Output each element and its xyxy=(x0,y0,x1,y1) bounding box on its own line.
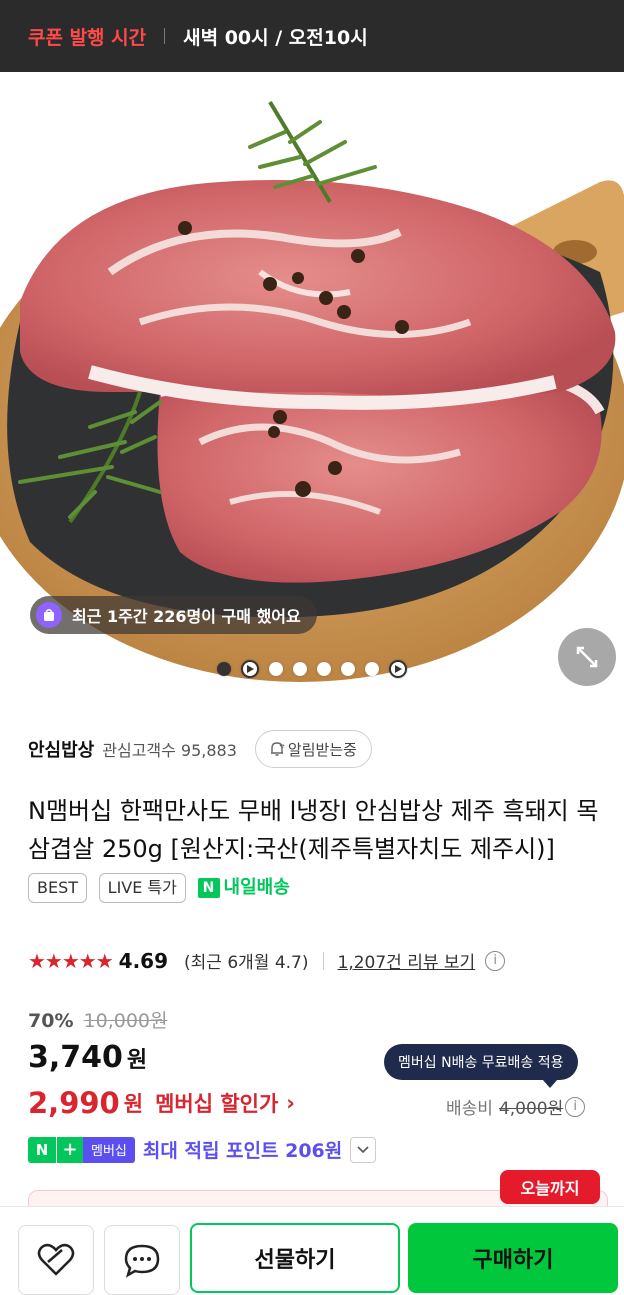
video-play-icon[interactable] xyxy=(241,660,259,678)
member-price-unit: 원 xyxy=(123,1092,144,1116)
plus-icon: + xyxy=(56,1136,83,1163)
heart-icon xyxy=(37,1243,75,1276)
n-delivery-icon: N xyxy=(197,878,220,898)
rating-row: ★★★★★ 4.69 (최근 6개월 4.7) 1,207건 리뷰 보기 i xyxy=(28,948,506,973)
shipping-fee-label: 배송비 xyxy=(446,1099,493,1119)
n-plus-membership-badge: N + 멤버십 xyxy=(28,1136,135,1163)
tomorrow-delivery-tag: N 내일배송 xyxy=(197,869,290,907)
expand-image-button[interactable] xyxy=(558,628,616,686)
divider xyxy=(322,951,324,970)
coupon-time: 새벽 00시 / 오전10시 xyxy=(183,26,368,49)
sale-price-value: 3,740 xyxy=(28,1040,123,1075)
store-fans-count: 관심고객수 95,883 xyxy=(102,741,237,760)
carousel-dot[interactable] xyxy=(293,662,307,676)
chevron-down-icon[interactable] xyxy=(350,1136,377,1163)
product-title-block: N맴버십 한팩만사도 무배 l냉장l 안심밥상 제주 흑돼지 목삼겹살 250g… xyxy=(28,792,608,907)
tomorrow-delivery-label: 내일배송 xyxy=(223,877,290,898)
rating-stars-icon: ★★★★★ xyxy=(28,948,114,973)
today-only-badge: 오늘까지 xyxy=(500,1170,600,1204)
chevron-right-icon: › xyxy=(286,1091,295,1115)
bell-icon xyxy=(270,742,285,756)
info-icon[interactable]: i xyxy=(565,1096,586,1117)
carousel-dot[interactable] xyxy=(341,662,355,676)
carousel-dot[interactable] xyxy=(269,662,283,676)
sale-price: 3,740 원 xyxy=(28,1040,147,1075)
carousel-pagination[interactable] xyxy=(0,660,624,678)
chat-bubble-icon xyxy=(124,1244,160,1278)
discount-row: 70% 10,000원 xyxy=(28,1006,168,1033)
member-price-value: 2,990 xyxy=(28,1086,120,1120)
shopping-bag-icon xyxy=(36,602,62,628)
talk-chat-button[interactable] xyxy=(104,1225,180,1295)
coupon-time-banner: 쿠폰 발행 시간 새벽 00시 / 오전10시 xyxy=(0,0,624,72)
coupon-label: 쿠폰 발행 시간 xyxy=(28,26,147,49)
product-title: N맴버십 한팩만사도 무배 l냉장l 안심밥상 제주 흑돼지 목삼겹살 250g… xyxy=(28,797,599,863)
wishlist-button[interactable] xyxy=(18,1225,94,1295)
carousel-dot[interactable] xyxy=(365,662,379,676)
buy-button[interactable]: 구매하기 xyxy=(408,1223,618,1293)
membership-price-link[interactable]: 2,990 원 멤버십 할인가 › xyxy=(28,1086,295,1120)
carousel-dot[interactable] xyxy=(317,662,331,676)
store-alert-button[interactable]: 알림받는중 xyxy=(254,730,372,768)
member-price-label: 멤버십 할인가 xyxy=(155,1092,279,1116)
product-image-carousel[interactable]: 최근 1주간 226명이 구매 했어요 xyxy=(0,72,624,706)
video-play-icon[interactable] xyxy=(389,660,407,678)
rating-score: 4.69 xyxy=(118,948,169,973)
sale-price-unit: 원 xyxy=(126,1048,148,1073)
shipping-fee: 배송비 4,000원 i xyxy=(446,1094,586,1119)
recent-buyers-text: 최근 1주간 226명이 구매 했어요 xyxy=(72,607,301,626)
free-shipping-text: 멤버십 N배송 무료배송 적용 xyxy=(398,1055,564,1071)
store-alert-label: 알림받는중 xyxy=(287,740,357,759)
free-shipping-tooltip: 멤버십 N배송 무료배송 적용 xyxy=(384,1044,578,1088)
info-icon[interactable]: i xyxy=(485,950,506,971)
max-points-text: 최대 적립 포인트 206원 xyxy=(142,1140,343,1162)
reviews-link[interactable]: 1,207건 리뷰 보기 xyxy=(338,948,476,973)
carousel-dot[interactable] xyxy=(217,662,231,676)
live-deal-badge: LIVE 특가 xyxy=(98,873,186,903)
n-logo-icon: N xyxy=(28,1136,56,1163)
divider xyxy=(164,28,166,44)
points-row[interactable]: N + 멤버십 최대 적립 포인트 206원 xyxy=(28,1136,377,1163)
best-badge: BEST xyxy=(28,873,88,903)
discount-percent: 70% xyxy=(28,1010,74,1032)
store-info: 안심밥상 관심고객수 95,883 알림받는중 xyxy=(28,730,372,768)
expand-icon xyxy=(576,646,598,668)
membership-label: 멤버십 xyxy=(83,1136,135,1163)
bottom-action-bar: 선물하기 구매하기 xyxy=(0,1206,624,1295)
shipping-fee-original: 4,000원 xyxy=(498,1099,564,1119)
recent-buyers-pill: 최근 1주간 226명이 구매 했어요 xyxy=(30,596,317,634)
original-price: 10,000원 xyxy=(83,1010,168,1032)
store-name[interactable]: 안심밥상 xyxy=(28,736,94,762)
recent-rating: (최근 6개월 4.7) xyxy=(184,953,309,973)
gift-button[interactable]: 선물하기 xyxy=(190,1223,400,1293)
